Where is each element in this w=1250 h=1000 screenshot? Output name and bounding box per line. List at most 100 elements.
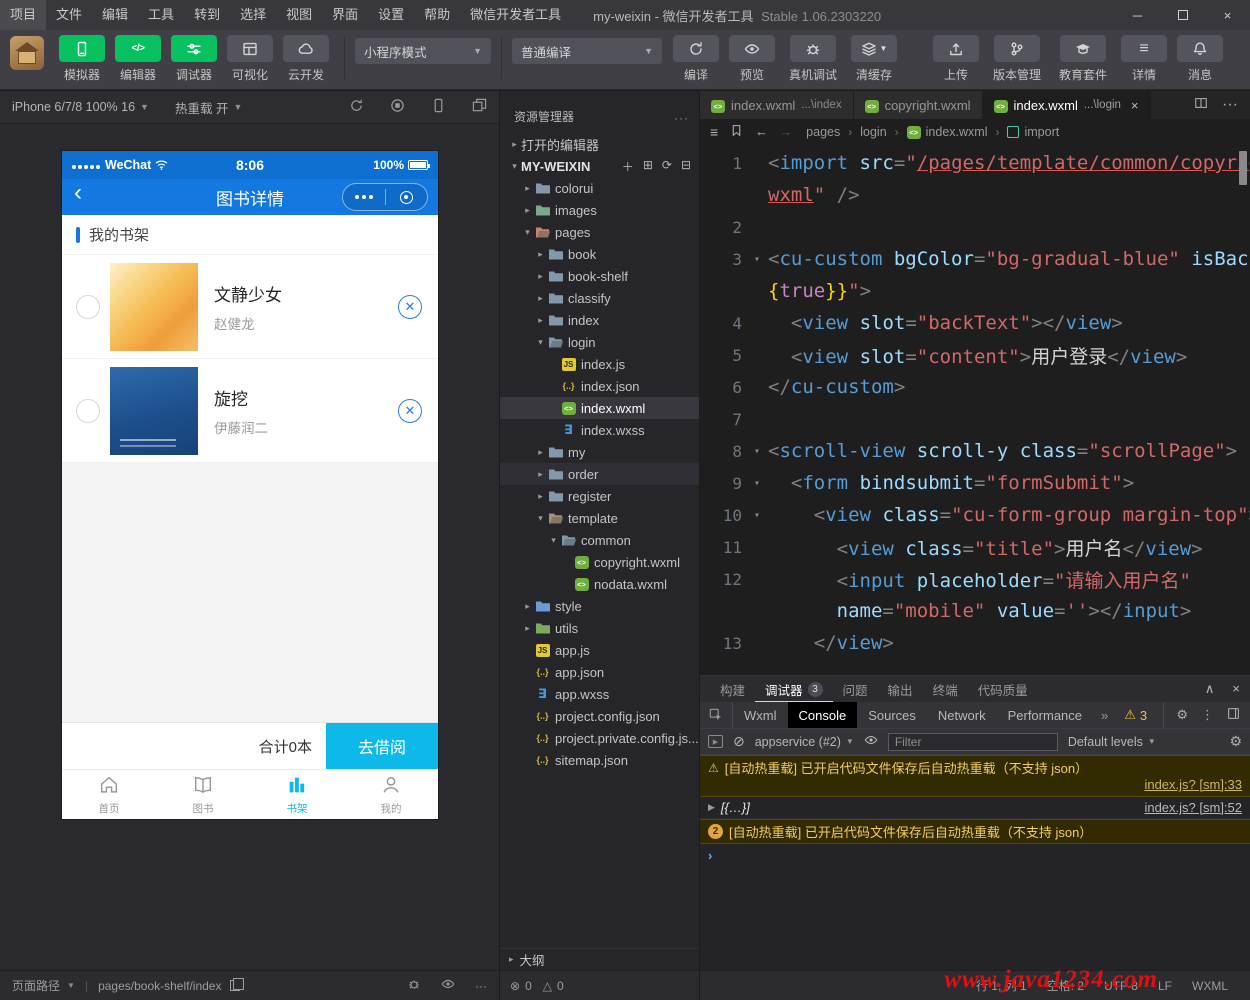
toolbar-可视化[interactable]: 可视化 bbox=[223, 35, 277, 83]
tree-item-index.wxml[interactable]: <> index.wxml bbox=[500, 397, 699, 419]
debug-status-icon[interactable] bbox=[407, 977, 421, 994]
home-capsule-icon[interactable] bbox=[386, 190, 428, 204]
devtools-settings-icon[interactable]: ⚙ bbox=[1176, 707, 1188, 723]
tree-item-login[interactable]: ▾ login bbox=[500, 331, 699, 353]
menu-1[interactable]: 文件 bbox=[46, 0, 92, 30]
borrow-button[interactable]: 去借阅 bbox=[326, 723, 438, 769]
code-line[interactable]: 12 <input placeholder="请输入用户名" bbox=[700, 563, 1250, 595]
warnings-icon[interactable]: △ bbox=[543, 979, 552, 993]
toolbar-版本管理[interactable]: 版本管理 bbox=[985, 35, 1049, 83]
tree-item-copyright.wxml[interactable]: <> copyright.wxml bbox=[500, 551, 699, 573]
devtools-tab-Performance[interactable]: Performance bbox=[997, 702, 1093, 728]
console-log[interactable]: ▶ [{…}] index.js? [sm]:52 bbox=[700, 797, 1250, 819]
code-line[interactable]: 13 </view> bbox=[700, 627, 1250, 659]
toolbar-调试器[interactable]: 调试器 bbox=[167, 35, 221, 83]
devtools-warning-count[interactable]: ⚠ 3 bbox=[1116, 702, 1155, 728]
devtools-tab-Network[interactable]: Network bbox=[927, 702, 997, 728]
collapse-all-icon[interactable]: ⊟ bbox=[681, 158, 691, 175]
devtools-tab-Console[interactable]: Console bbox=[787, 702, 858, 728]
status-item-4[interactable]: WXML bbox=[1192, 979, 1228, 993]
console-settings-icon[interactable]: ⚙ bbox=[1229, 733, 1242, 750]
minimize-button[interactable]: ─ bbox=[1115, 0, 1160, 30]
tree-item-app.wxss[interactable]: ∃ app.wxss bbox=[500, 683, 699, 705]
devtools-tab-Wxml[interactable]: Wxml bbox=[733, 702, 788, 728]
tree-item-index.js[interactable]: JS index.js bbox=[500, 353, 699, 375]
breadcrumb-login[interactable]: login bbox=[860, 125, 886, 139]
code-line[interactable]: name="mobile" value=''></input> bbox=[700, 595, 1250, 627]
tree-item-common[interactable]: ▾ common bbox=[500, 529, 699, 551]
copy-path-icon[interactable] bbox=[230, 978, 245, 991]
code-line[interactable]: 8 ▾ <scroll-view scroll-y class="scrollPag… bbox=[700, 435, 1250, 467]
collapse-panel-icon[interactable]: ∧ bbox=[1205, 681, 1215, 697]
code-line[interactable]: 4 <view slot="backText"></view> bbox=[700, 307, 1250, 339]
rotate-icon[interactable] bbox=[349, 98, 364, 116]
tree-item-book-shelf[interactable]: ▸ book-shelf bbox=[500, 265, 699, 287]
breadcrumb-pages[interactable]: pages bbox=[806, 125, 840, 139]
menu-9[interactable]: 帮助 bbox=[414, 0, 460, 30]
code-line[interactable]: {true}}"> bbox=[700, 275, 1250, 307]
clear-console-icon[interactable]: ⊘ bbox=[733, 733, 745, 750]
more-tabs-icon[interactable]: » bbox=[1093, 702, 1116, 728]
code-line[interactable]: 2 bbox=[700, 211, 1250, 243]
toolbar-云开发[interactable]: 云开发 bbox=[279, 35, 333, 83]
toolbar-真机调试[interactable]: 真机调试 bbox=[781, 35, 845, 83]
tree-item-style[interactable]: ▸ style bbox=[500, 595, 699, 617]
tree-item-utils[interactable]: ▸ utils bbox=[500, 617, 699, 639]
tree-item-order[interactable]: ▸ order bbox=[500, 463, 699, 485]
panel-tab-调试器[interactable]: 调试器 3 bbox=[755, 676, 833, 702]
code-line[interactable]: 9 ▾ <form bindsubmit="formSubmit"> bbox=[700, 467, 1250, 499]
levels-select[interactable]: Default levels ▼ bbox=[1068, 735, 1156, 749]
book-radio[interactable] bbox=[76, 398, 100, 423]
errors-icon[interactable]: ⊗ bbox=[510, 979, 520, 993]
maximize-button[interactable] bbox=[1160, 0, 1205, 30]
close-panel-icon[interactable]: × bbox=[1232, 681, 1240, 697]
toolbar-模拟器[interactable]: 模拟器 bbox=[55, 35, 109, 83]
breadcrumb-import[interactable]: import bbox=[1007, 125, 1059, 139]
phone-tab-图书[interactable]: 图书 bbox=[156, 770, 250, 819]
filter-input[interactable] bbox=[887, 732, 1058, 751]
panel-tab-输出[interactable]: 输出 bbox=[878, 676, 923, 702]
panel-tab-代码质量[interactable]: 代码质量 bbox=[968, 676, 1038, 702]
delete-book-icon[interactable]: ✕ bbox=[398, 294, 422, 319]
tree-item-template[interactable]: ▾ template bbox=[500, 507, 699, 529]
devtools-menu-icon[interactable]: ⋮ bbox=[1201, 707, 1214, 723]
stop-icon[interactable] bbox=[390, 98, 405, 116]
live-expression-icon[interactable] bbox=[864, 733, 878, 750]
tree-item-classify[interactable]: ▸ classify bbox=[500, 287, 699, 309]
code-line[interactable]: 5 <view slot="content">用户登录</view> bbox=[700, 339, 1250, 371]
phone-tab-首页[interactable]: 首页 bbox=[62, 770, 156, 819]
multi-window-icon[interactable] bbox=[472, 98, 487, 116]
console-warning[interactable]: 2 [自动热重载] 已开启代码文件保存后自动热重载（不支持 json） bbox=[700, 819, 1250, 844]
menu-3[interactable]: 工具 bbox=[138, 0, 184, 30]
menu-4[interactable]: 转到 bbox=[184, 0, 230, 30]
tree-item-colorui[interactable]: ▸ colorui bbox=[500, 177, 699, 199]
compile-mode-select[interactable]: 普通编译 ▼ bbox=[512, 38, 662, 64]
toolbar-消息[interactable]: 消息 bbox=[1173, 35, 1227, 83]
outline-list-icon[interactable]: ≡ bbox=[710, 124, 718, 140]
code-line[interactable]: 3 ▾ <cu-custom bgColor="bg-gradual-blue" i… bbox=[700, 243, 1250, 275]
tree-item-images[interactable]: ▸ images bbox=[500, 199, 699, 221]
code-line[interactable]: 10 ▾ <view class="cu-form-group margin-to… bbox=[700, 499, 1250, 531]
toolbar-编译[interactable]: 编译 bbox=[669, 35, 723, 83]
toolbar-详情[interactable]: ≡ 详情 bbox=[1117, 35, 1171, 83]
explorer-more-icon[interactable]: ··· bbox=[674, 111, 689, 125]
tree-item-打开的编辑器[interactable]: ▸ 打开的编辑器 bbox=[500, 133, 699, 155]
panel-tab-问题[interactable]: 问题 bbox=[833, 676, 878, 702]
code-line[interactable]: 7 bbox=[700, 403, 1250, 435]
new-folder-icon[interactable]: ⊞ bbox=[643, 158, 653, 175]
code-line[interactable]: 6 </cu-custom> bbox=[700, 371, 1250, 403]
code-line[interactable]: 11 <view class="title">用户名</view> bbox=[700, 531, 1250, 563]
status-more-icon[interactable]: ··· bbox=[475, 979, 487, 993]
menu-7[interactable]: 界面 bbox=[322, 0, 368, 30]
menu-0[interactable]: 项目 bbox=[0, 0, 47, 30]
book-row[interactable]: 旋挖 伊藤润二 ✕ bbox=[62, 359, 438, 463]
outline-section[interactable]: ▸ 大纲 bbox=[500, 948, 699, 970]
capsule-menu[interactable] bbox=[342, 183, 428, 211]
mode-select[interactable]: 小程序模式 ▼ bbox=[355, 38, 491, 64]
source-link[interactable]: index.js? [sm]:52 bbox=[1144, 800, 1242, 815]
tree-item-app.json[interactable]: {..} app.json bbox=[500, 661, 699, 683]
devtools-tab-Sources[interactable]: Sources bbox=[857, 702, 927, 728]
tree-item-index[interactable]: ▸ index bbox=[500, 309, 699, 331]
book-row[interactable]: 文静少女 赵健龙 ✕ bbox=[62, 255, 438, 359]
book-radio[interactable] bbox=[76, 294, 100, 319]
